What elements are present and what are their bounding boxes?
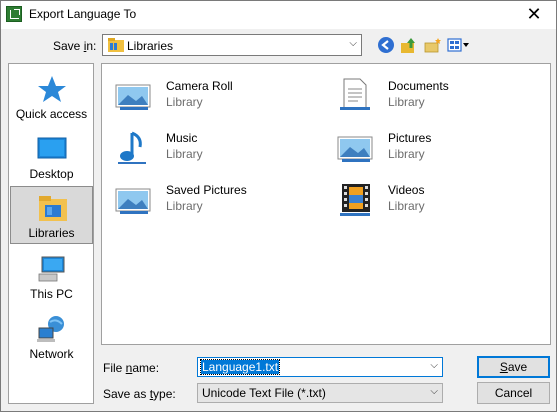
library-documents[interactable]: Documents Library (330, 74, 530, 118)
save-as-type-label-prefix: Save as (103, 387, 150, 401)
cancel-button[interactable]: Cancel (477, 382, 550, 404)
libraries-icon (108, 38, 124, 52)
save-in-label: Save in: (53, 39, 96, 53)
library-videos[interactable]: Videos Library (330, 178, 530, 222)
item-type: Library (166, 95, 203, 109)
library-music[interactable]: Music Library (108, 126, 308, 170)
item-type: Library (388, 147, 425, 161)
file-name-input[interactable]: Language1.txt ⌵ (197, 357, 443, 377)
library-camera-roll[interactable]: Camera Roll Library (108, 74, 308, 118)
documents-icon (340, 78, 370, 110)
item-name: Music (166, 131, 198, 145)
library-saved-pictures[interactable]: Saved Pictures Library (108, 178, 308, 222)
save-in-value: Libraries (127, 39, 174, 53)
save-as-type-value: Unicode Text File (*.txt) (202, 386, 326, 400)
place-label: This PC (30, 287, 73, 301)
picture-library-icon (337, 136, 373, 162)
back-icon[interactable] (376, 35, 396, 55)
item-type: Library (388, 95, 425, 109)
save-in-dropdown[interactable]: Libraries ⌵ (102, 34, 362, 56)
file-name-value: Language1.txt (199, 359, 281, 375)
save-button[interactable]: Save (477, 356, 550, 378)
item-name: Saved Pictures (166, 183, 247, 197)
chevron-down-icon[interactable]: ⌵ (430, 360, 438, 371)
place-label: Libraries (28, 226, 75, 240)
save-as-type-select[interactable]: Unicode Text File (*.txt) ⌵ (197, 383, 443, 403)
item-name: Pictures (388, 131, 432, 145)
places-bar: Quick access Desktop Libraries This PC N… (8, 63, 94, 404)
star-icon (38, 76, 66, 102)
place-label: Desktop (29, 167, 74, 181)
app-icon (6, 6, 22, 22)
new-folder-icon[interactable] (423, 35, 443, 55)
place-label: Network (29, 347, 74, 361)
close-icon[interactable]: ✕ (524, 4, 544, 24)
libraries-icon (39, 196, 67, 221)
item-name: Camera Roll (166, 79, 233, 93)
item-type: Library (388, 199, 425, 213)
save-button-rest: ave (507, 360, 528, 374)
export-dialog: Export Language To ✕ Save in: Libraries … (0, 0, 557, 412)
place-label: Quick access (15, 107, 88, 121)
item-type: Library (166, 199, 203, 213)
place-libraries[interactable]: Libraries (10, 186, 93, 244)
save-in-label-suffix: n: (86, 39, 97, 53)
item-type: Library (166, 147, 203, 161)
place-desktop[interactable]: Desktop (10, 128, 93, 186)
save-in-label-prefix: Save (53, 39, 84, 53)
file-name-label-suffix: ame: (132, 361, 160, 375)
place-this-pc[interactable]: This PC (10, 248, 93, 306)
up-folder-icon[interactable] (399, 35, 419, 55)
view-menu-icon[interactable] (447, 35, 471, 55)
music-icon (118, 131, 146, 164)
item-name: Documents (388, 79, 449, 93)
chevron-down-icon: ⌵ (430, 386, 438, 397)
picture-library-icon (115, 188, 151, 214)
computer-icon (38, 256, 65, 282)
save-button-key: S (499, 360, 508, 374)
place-network[interactable]: Network (10, 308, 93, 366)
desktop-icon (37, 137, 67, 159)
file-list: Camera Roll Library Documents Library Mu… (101, 63, 551, 345)
place-quick-access[interactable]: Quick access (10, 68, 93, 126)
picture-library-icon (115, 84, 151, 110)
network-icon (37, 316, 64, 342)
chevron-down-icon: ⌵ (349, 38, 357, 49)
save-as-type-label: Save as type: (103, 387, 176, 401)
file-name-label: File name: (103, 361, 159, 375)
window-title: Export Language To (29, 7, 137, 21)
title-bar: Export Language To ✕ (1, 1, 556, 29)
file-name-label-prefix: File (103, 361, 126, 375)
videos-icon (340, 184, 370, 216)
save-as-type-label-suffix: ype: (153, 387, 176, 401)
library-pictures[interactable]: Pictures Library (330, 126, 530, 170)
item-name: Videos (388, 183, 425, 197)
